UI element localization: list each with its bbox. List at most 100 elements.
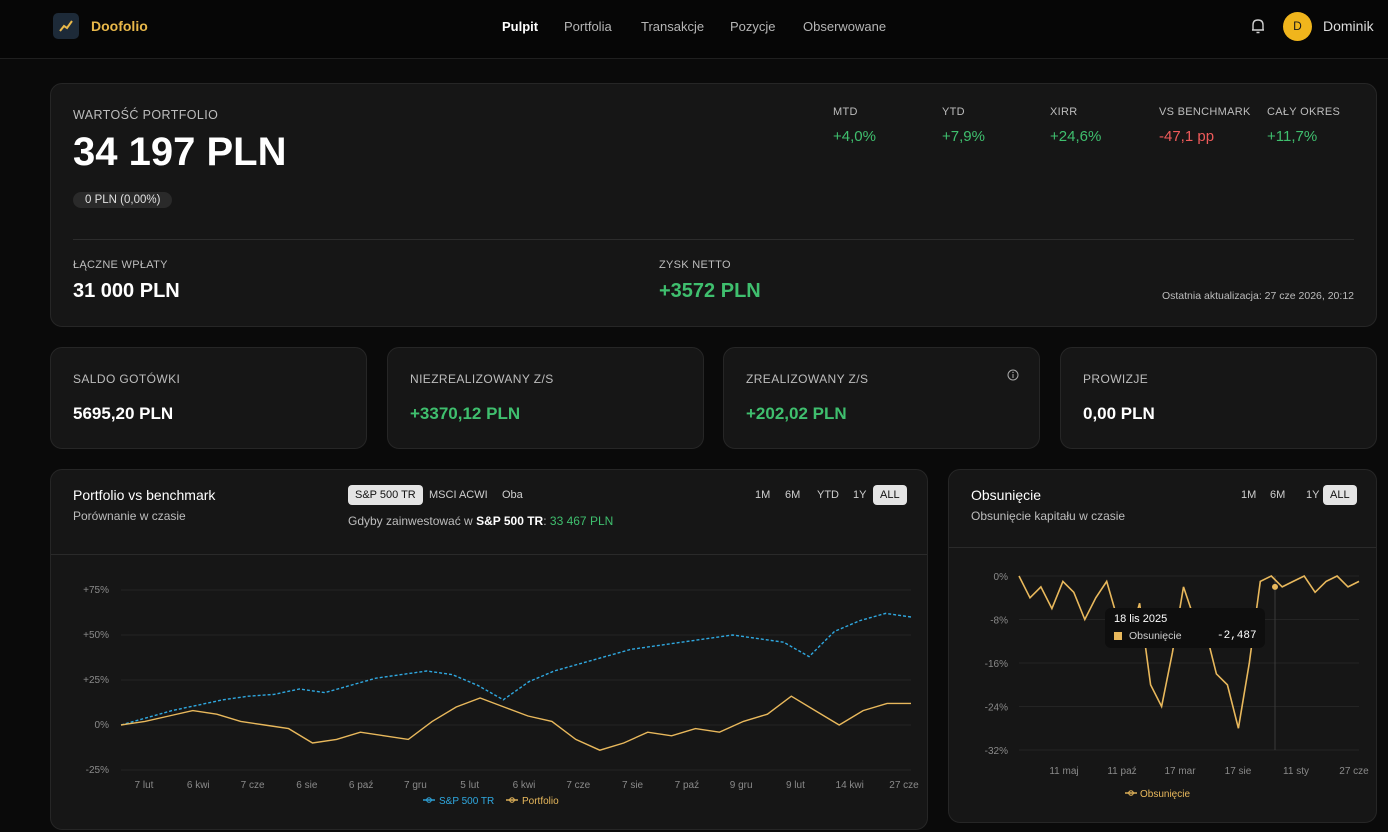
stat-card-fees: PROWIZJE 0,00 PLN <box>1060 347 1377 449</box>
stat-value: +3370,12 PLN <box>410 404 521 423</box>
benchmark-subtitle: Porównanie w czasie <box>73 509 186 523</box>
tooltip-swatch <box>1114 632 1122 640</box>
series-line-s-p-500-tr <box>120 612 912 726</box>
y-tick-label: +50% <box>83 630 109 641</box>
metric-xirr-label: XIRR <box>1050 106 1078 118</box>
range-6m[interactable]: 6M <box>778 485 807 505</box>
x-tick-label: 6 kwi <box>187 780 210 791</box>
portfolio-value: 34 197 PLN <box>73 130 287 174</box>
x-tick-label: 9 lut <box>786 780 805 791</box>
x-tick-label: 17 sie <box>1225 766 1252 777</box>
portfolio-value-label: WARTOŚĆ PORTFOLIO <box>73 108 219 122</box>
dd-range-all[interactable]: ALL <box>1323 485 1357 505</box>
drawdown-tooltip: 18 lis 2025 Obsunięcie -2,487 <box>1105 608 1265 648</box>
stat-card-unrealized: NIEZREALIZOWANY Z/S +3370,12 PLN <box>387 347 704 449</box>
y-tick-label: -25% <box>86 765 109 776</box>
net-profit-value: +3572 PLN <box>659 280 761 302</box>
tab-msci-acwi[interactable]: MSCI ACWI <box>422 485 495 505</box>
hypo-value: 33 467 PLN <box>549 514 614 528</box>
hypo-prefix: Gdyby zainwestować w <box>348 514 473 528</box>
drawdown-chart: 0% -8% -16% -24% -32% 11 maj 11 paź 17 mar 17 si… <box>985 572 1370 800</box>
benchmark-title: Portfolio vs benchmark <box>73 487 216 503</box>
x-tick-label: 7 paź <box>675 780 699 791</box>
legend-label: S&P 500 TR <box>439 796 494 807</box>
stat-value: 5695,20 PLN <box>73 404 174 423</box>
nav-link-transakcje[interactable]: Transakcje <box>641 19 704 34</box>
dd-range-1m[interactable]: 1M <box>1234 485 1263 505</box>
x-tick-label: 6 kwi <box>513 780 536 791</box>
y-tick-label: -32% <box>985 746 1008 757</box>
y-tick-label: 0% <box>95 720 110 731</box>
y-tick-label: +75% <box>83 585 109 596</box>
x-tick-label: 27 cze <box>1339 766 1369 777</box>
nav-link-pozycje[interactable]: Pozycje <box>730 19 776 34</box>
divider <box>73 239 1354 240</box>
legend-label: Obsunięcie <box>1140 789 1190 800</box>
y-tick-label: 0% <box>994 572 1009 583</box>
range-1y[interactable]: 1Y <box>846 485 873 505</box>
metric-benchmark-label: VS BENCHMARK <box>1159 106 1251 118</box>
metric-benchmark-value: -47,1 pp <box>1159 128 1215 145</box>
legend-label: Portfolio <box>522 796 559 807</box>
net-profit-label: ZYSK NETTO <box>659 259 731 271</box>
x-tick-label: 7 cze <box>566 780 590 791</box>
nav-link-obserwowane[interactable]: Obserwowane <box>803 19 886 34</box>
x-tick-label: 7 lut <box>135 780 154 791</box>
tooltip-date: 18 lis 2025 <box>1114 613 1168 625</box>
y-tick-label: -16% <box>985 659 1008 670</box>
stat-card-realized: ZREALIZOWANY Z/S +202,02 PLN <box>723 347 1040 449</box>
x-tick-label: 11 maj <box>1049 766 1078 777</box>
x-tick-label: 7 cze <box>241 780 265 791</box>
brand-name[interactable]: Doofolio <box>91 18 148 34</box>
dd-range-6m[interactable]: 6M <box>1263 485 1292 505</box>
drawdown-card: Obsunięcie Obsunięcie kapitału w czasie … <box>948 469 1377 823</box>
y-tick-label: +25% <box>83 675 109 686</box>
stat-value: 0,00 PLN <box>1083 404 1155 423</box>
y-tick-label: -8% <box>990 616 1008 627</box>
x-tick-label: 7 sie <box>622 780 644 791</box>
metric-xirr-value: +24,6% <box>1050 128 1102 145</box>
top-navbar: Doofolio Pulpit Portfolia Transakcje Poz… <box>0 0 1388 59</box>
tooltip-value: -2,487 <box>1217 630 1257 642</box>
hypo-bench: S&P 500 TR <box>476 514 544 528</box>
stat-value: +202,02 PLN <box>746 404 847 423</box>
portfolio-summary-card: WARTOŚĆ PORTFOLIO 34 197 PLN 0 PLN (0,00… <box>50 83 1377 327</box>
info-icon[interactable] <box>1007 368 1019 381</box>
metric-ytd-label: YTD <box>942 106 965 118</box>
range-ytd[interactable]: YTD <box>810 485 846 505</box>
x-tick-label: 14 kwi <box>836 780 864 791</box>
y-tick-label: -24% <box>985 703 1008 714</box>
x-tick-label: 6 paź <box>349 780 373 791</box>
stat-label: PROWIZJE <box>1083 372 1149 386</box>
x-tick-label: 9 gru <box>730 780 753 791</box>
tooltip-label: Obsunięcie <box>1129 630 1182 642</box>
x-tick-label: 27 cze <box>889 780 919 791</box>
change-pill: 0 PLN (0,00%) <box>73 192 173 208</box>
logo-icon[interactable] <box>53 13 79 39</box>
x-tick-label: 17 mar <box>1164 766 1196 777</box>
nav-link-portfolia[interactable]: Portfolia <box>564 19 612 34</box>
metric-total-value: +11,7% <box>1267 128 1318 145</box>
stat-card-cash: SALDO GOTÓWKI 5695,20 PLN <box>50 347 367 449</box>
stat-label: ZREALIZOWANY Z/S <box>746 372 869 386</box>
hypothetical-text: Gdyby zainwestować w S&P 500 TR: 33 467 … <box>348 514 614 528</box>
series-line-portfolio <box>120 695 911 751</box>
stat-label: SALDO GOTÓWKI <box>73 372 181 386</box>
benchmark-chart: +75% +50% +25% 0% -25% 7 lut 6 kwi 7 cze 6 sie 6 … <box>83 585 919 807</box>
range-1m[interactable]: 1M <box>748 485 777 505</box>
x-tick-label: 5 lut <box>460 780 479 791</box>
drawdown-subtitle: Obsunięcie kapitału w czasie <box>971 509 1126 523</box>
nav-link-pulpit[interactable]: Pulpit <box>502 19 538 34</box>
range-all[interactable]: ALL <box>873 485 907 505</box>
username[interactable]: Dominik <box>1323 18 1374 34</box>
bell-icon[interactable] <box>1249 17 1267 35</box>
drawdown-line <box>1018 574 1360 729</box>
deposits-label: ŁĄCZNE WPŁATY <box>73 259 168 271</box>
tab-both[interactable]: Oba <box>495 485 530 505</box>
x-tick-label: 11 sty <box>1283 766 1309 777</box>
last-updated: Ostatnia aktualizacja: 27 cze 2026, 20:1… <box>1161 290 1354 302</box>
tab-sp500[interactable]: S&P 500 TR <box>348 485 423 505</box>
metric-mtd-label: MTD <box>833 106 858 118</box>
avatar[interactable]: D <box>1283 12 1312 41</box>
metric-total-label: CAŁY OKRES <box>1267 106 1341 118</box>
